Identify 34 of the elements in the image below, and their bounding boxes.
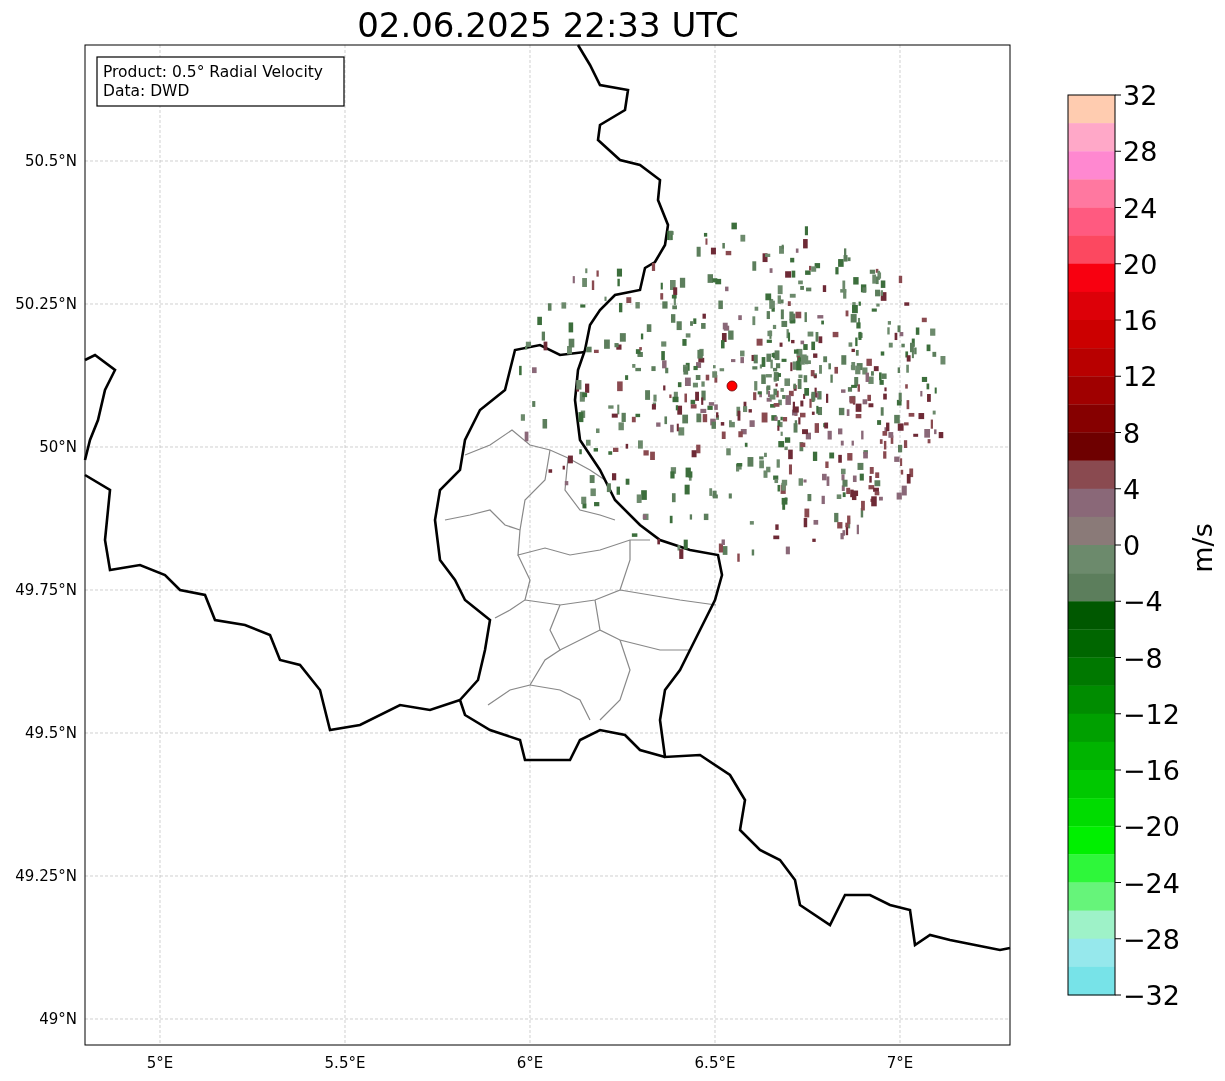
colorbar-tick-label: 12 bbox=[1123, 361, 1158, 393]
colorbar-tick-label: 24 bbox=[1123, 192, 1158, 224]
colorbar-tick-label: −28 bbox=[1123, 923, 1180, 955]
latitude-label: 50.25°N bbox=[15, 295, 77, 313]
colorbar-label: m/s bbox=[1187, 523, 1218, 573]
latitude-label: 50°N bbox=[39, 438, 77, 456]
colorbar-tick-label: −20 bbox=[1123, 811, 1180, 843]
colorbar-tick-label: −8 bbox=[1123, 642, 1163, 674]
colorbar-tick-label: 16 bbox=[1123, 305, 1158, 336]
colorbar-tick-label: 20 bbox=[1123, 248, 1158, 280]
colorbar-tick-label: 4 bbox=[1123, 473, 1141, 505]
colorbar-tick-label: −12 bbox=[1123, 698, 1180, 730]
colorbar-tick-label: 32 bbox=[1123, 80, 1158, 111]
longitude-label: 6.5°E bbox=[694, 1054, 736, 1072]
colorbar-tick-label: 8 bbox=[1123, 417, 1141, 449]
longitude-label: 5.5°E bbox=[324, 1054, 366, 1072]
info-text: Product: 0.5° Radial Velocity bbox=[103, 63, 323, 81]
latitude-label: 49.5°N bbox=[24, 724, 77, 742]
colorbar-tick-label: 0 bbox=[1123, 530, 1141, 561]
longitude-label: 7°E bbox=[886, 1054, 914, 1072]
colorbar-tick-label: 28 bbox=[1123, 136, 1158, 168]
longitude-label: 6°E bbox=[516, 1054, 544, 1072]
radar-site-marker bbox=[726, 380, 738, 392]
colorbar-tick-label: −24 bbox=[1123, 867, 1180, 899]
latitude-label: 49°N bbox=[39, 1010, 77, 1028]
latitude-label: 49.25°N bbox=[15, 867, 77, 885]
info-text: Data: DWD bbox=[103, 82, 190, 100]
colorbar-tick-label: −32 bbox=[1123, 980, 1180, 1011]
latitude-label: 50.5°N bbox=[24, 152, 77, 170]
colorbar-tick-label: −4 bbox=[1123, 586, 1163, 618]
chart-title: 02.06.2025 22:33 UTC bbox=[357, 5, 739, 45]
colorbar-tick-label: −16 bbox=[1123, 755, 1180, 786]
longitude-label: 5°E bbox=[146, 1054, 174, 1072]
latitude-label: 49.75°N bbox=[15, 581, 77, 599]
